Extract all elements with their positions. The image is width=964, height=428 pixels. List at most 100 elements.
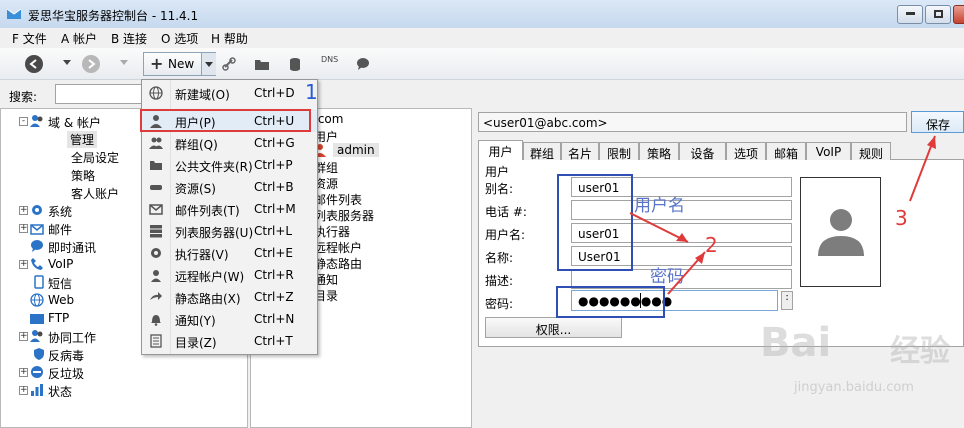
app-icon [6, 8, 22, 19]
collapse-icon[interactable]: - [19, 117, 28, 126]
forward-button[interactable] [82, 55, 100, 73]
database-icon[interactable] [289, 57, 301, 71]
expand-icon[interactable]: + [19, 206, 28, 215]
tree-item-antivirus[interactable]: 反病毒 [5, 346, 105, 363]
users-icon [30, 330, 43, 342]
chevron-down-icon [205, 62, 213, 67]
menu-item-new-public-folder[interactable]: 公共文件夹(R) Ctrl+P [142, 154, 317, 176]
menu-item-new-list-server[interactable]: 列表服务器(U) Ctrl+L [142, 220, 317, 242]
menu-item-new-mailing-list[interactable]: 邮件列表(T) Ctrl+M [142, 198, 317, 220]
tree-item-antispam[interactable]: + 反垃圾 [5, 364, 105, 381]
directory-icon [150, 334, 162, 348]
folder-icon [150, 161, 162, 170]
tree-item-system[interactable]: + 系统 [5, 202, 105, 219]
annotation-username: 用户名 [634, 196, 685, 216]
menu-help[interactable]: H 帮助 [211, 30, 248, 47]
server-icon [150, 225, 162, 238]
phone-label: 电话 #: [485, 205, 527, 219]
highlight-password [556, 286, 665, 318]
envelope-icon [30, 224, 44, 235]
expand-icon[interactable]: + [19, 260, 28, 269]
window-title: 爱思华宝服务器控制台 - 11.4.1 [28, 9, 199, 23]
mid-item-remote-accounts[interactable]: 远程帐户 [314, 239, 362, 256]
menu-options[interactable]: O 选项 [161, 30, 198, 47]
folder-icon[interactable] [254, 57, 270, 71]
avatar[interactable] [800, 177, 881, 287]
mid-item-mailing-lists[interactable]: 邮件列表 [314, 191, 362, 208]
tab-limits[interactable]: 限制 [599, 142, 639, 161]
tree-item-groupware[interactable]: + 协同工作 [5, 328, 115, 345]
save-button[interactable]: 保存 [911, 111, 964, 133]
expand-icon[interactable]: + [19, 368, 28, 377]
expand-icon[interactable]: + [19, 332, 28, 341]
search-label: 搜索: [9, 90, 38, 104]
mid-item-executors[interactable]: 执行器 [314, 223, 350, 240]
menu-item-new-group[interactable]: 群组(Q) Ctrl+G [142, 132, 317, 154]
tree-item-sms[interactable]: 短信 [5, 274, 105, 291]
menu-item-new-executor[interactable]: 执行器(V) Ctrl+E [142, 242, 317, 264]
tab-rules[interactable]: 规则 [851, 142, 891, 161]
tab-user[interactable]: 用户 [478, 140, 523, 161]
menu-item-new-directory[interactable]: 目录(Z) Ctrl+T [142, 330, 317, 352]
close-button[interactable] [953, 5, 964, 24]
expand-icon[interactable]: + [19, 386, 28, 395]
annotation-password: 密码 [650, 267, 684, 287]
new-button[interactable]: + New [143, 52, 216, 76]
watermark-brand-2: 经验 [890, 334, 950, 369]
tree-item-voip[interactable]: + VoIP [5, 256, 105, 272]
forward-dropdown-icon[interactable] [120, 60, 128, 65]
menu-bar: F 文件 A 帐户 B 连接 O 选项 H 帮助 [0, 28, 964, 47]
expand-icon[interactable]: + [19, 224, 28, 233]
tree-item-ftp[interactable]: FTP [5, 310, 105, 326]
menu-file[interactable]: F 文件 [12, 30, 47, 47]
tab-card[interactable]: 名片 [561, 142, 599, 161]
bar-chart-icon [31, 384, 43, 396]
mid-item-list-servers[interactable]: 列表服务器 [314, 207, 374, 224]
arrow-right-icon [88, 59, 96, 69]
new-dropdown-button[interactable] [201, 53, 216, 75]
menu-item-new-remote-account[interactable]: 远程帐户(W) Ctrl+R [142, 264, 317, 286]
mid-item-static-routes[interactable]: 静态路由 [314, 255, 362, 272]
tab-policies[interactable]: 策略 [639, 142, 679, 161]
dns-icon[interactable]: DNS [321, 55, 338, 69]
ftp-icon [30, 314, 44, 324]
permissions-button[interactable]: 权限... [485, 317, 622, 338]
route-icon [150, 292, 162, 300]
tab-options[interactable]: 选项 [726, 142, 766, 161]
back-dropdown-icon[interactable] [63, 60, 71, 65]
tree-item-mail[interactable]: + 邮件 [5, 220, 105, 237]
tab-devices[interactable]: 设备 [679, 142, 726, 161]
back-button[interactable] [25, 55, 43, 73]
domain-name[interactable]: .com [314, 112, 343, 126]
section-title: 用户 [485, 165, 510, 179]
tree-item-im[interactable]: 即时通讯 [5, 238, 115, 255]
user-admin-label: admin [333, 143, 379, 157]
chat-icon[interactable] [356, 57, 370, 71]
menu-connect[interactable]: B 连接 [111, 30, 147, 47]
shield-icon [34, 348, 44, 360]
password-options-button[interactable]: : [781, 291, 793, 310]
tab-group[interactable]: 群组 [523, 142, 561, 161]
link-icon[interactable] [222, 57, 236, 71]
gear-icon [32, 205, 42, 215]
maximize-icon [934, 10, 943, 18]
tab-voip[interactable]: VoIP [806, 142, 851, 160]
menu-account[interactable]: A 帐户 [61, 30, 97, 47]
tab-bar: 用户 群组 名片 限制 策略 设备 选项 邮箱 VoIP 规则 [478, 140, 964, 161]
menu-item-new-domain[interactable]: 新建域(O) Ctrl+D [142, 82, 317, 104]
toolbar: + New DNS [0, 48, 964, 80]
minimize-button[interactable] [897, 5, 923, 24]
no-entry-icon [31, 366, 43, 378]
menu-item-new-notification[interactable]: 通知(Y) Ctrl+N [142, 308, 317, 330]
tree-item-status[interactable]: + 状态 [5, 382, 105, 399]
tree-item-domains[interactable]: - 域 & 帐户 [5, 113, 125, 130]
tree-item-web[interactable]: Web [5, 292, 105, 308]
maximize-button[interactable] [925, 5, 951, 24]
minimize-icon [906, 12, 915, 15]
tree-item-label: 域 & 帐户 [48, 116, 101, 130]
chat-icon [31, 240, 43, 252]
menu-item-new-static-route[interactable]: 静态路由(X) Ctrl+Z [142, 286, 317, 308]
menu-item-new-resource[interactable]: 资源(S) Ctrl+B [142, 176, 317, 198]
tab-mailbox[interactable]: 邮箱 [766, 142, 806, 161]
remote-icon [151, 270, 161, 282]
